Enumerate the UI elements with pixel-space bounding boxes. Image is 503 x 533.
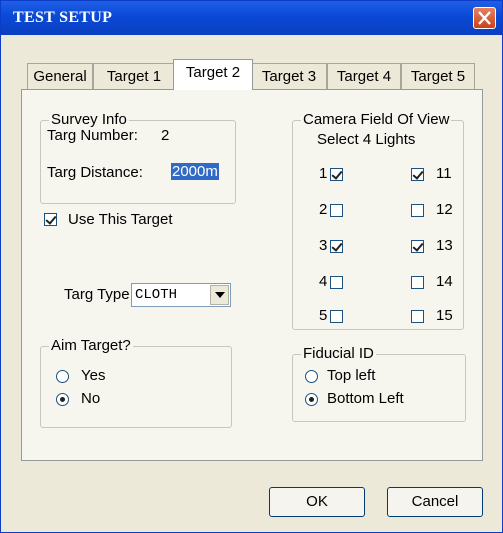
aim-yes-radio[interactable] [56, 370, 69, 383]
light-4-checkbox[interactable] [330, 276, 343, 289]
fiducial-id-group: Fiducial ID Top left Bottom Left [292, 345, 466, 422]
light-12-checkbox[interactable] [411, 204, 424, 217]
targ-type-value: CLOTH [135, 287, 178, 303]
window-title: TEST SETUP [13, 9, 113, 26]
tab-general[interactable]: General [27, 63, 93, 89]
light-11-checkbox[interactable] [411, 168, 424, 181]
light-14-label: 14 [436, 273, 453, 290]
targ-type-label: Targ Type [64, 286, 130, 303]
fiducial-top-left-radio[interactable] [305, 370, 318, 383]
targ-number-label: Targ Number: [47, 127, 138, 144]
targ-distance-input[interactable]: 2000m [171, 163, 219, 180]
light-2-checkbox[interactable] [330, 204, 343, 217]
light-3-checkbox[interactable] [330, 240, 343, 253]
light-2-label: 2 [319, 201, 328, 218]
test-setup-dialog: TEST SETUP General Target 1 Target 2 Tar… [0, 0, 503, 533]
targ-number-value: 2 [161, 127, 170, 144]
close-button[interactable] [473, 7, 496, 29]
tab-target-4[interactable]: Target 4 [327, 63, 401, 89]
light-12-label: 12 [436, 201, 453, 218]
tab-target-2[interactable]: Target 2 [173, 59, 253, 90]
aim-no-label: No [81, 390, 101, 407]
tab-target-3[interactable]: Target 3 [251, 63, 327, 89]
light-5-checkbox[interactable] [330, 310, 343, 323]
light-11-label: 11 [436, 165, 452, 182]
targ-type-dropdown-button[interactable] [210, 285, 229, 305]
tab-target-1[interactable]: Target 1 [93, 63, 175, 89]
cancel-button[interactable]: Cancel [387, 487, 483, 517]
target-2-panel: Survey Info Targ Number: 2 Targ Distance… [21, 89, 483, 461]
targ-distance-label: Targ Distance: [47, 164, 143, 181]
tab-target-5[interactable]: Target 5 [401, 63, 475, 89]
fiducial-id-title: Fiducial ID [301, 345, 376, 362]
aim-target-group: Aim Target? Yes No [40, 337, 232, 428]
use-this-target-checkbox[interactable] [44, 213, 57, 226]
aim-yes-label: Yes [81, 367, 106, 384]
light-13-label: 13 [436, 237, 453, 254]
close-icon [478, 11, 491, 25]
title-bar[interactable]: TEST SETUP [1, 1, 502, 35]
ok-button[interactable]: OK [269, 487, 365, 517]
targ-type-select[interactable]: CLOTH [131, 283, 231, 307]
light-3-label: 3 [319, 237, 328, 254]
survey-info-title: Survey Info [49, 111, 129, 128]
light-1-checkbox[interactable] [330, 168, 343, 181]
use-this-target-label: Use This Target [68, 211, 173, 228]
fiducial-bottom-left-label: Bottom Left [327, 390, 404, 407]
aim-no-radio[interactable] [56, 393, 69, 406]
camera-fov-group: Camera Field Of View Select 4 Lights 1 1… [292, 111, 464, 330]
light-1-label: 1 [319, 165, 328, 182]
fiducial-top-left-label: Top left [327, 367, 376, 384]
survey-info-group: Survey Info Targ Number: 2 Targ Distance… [40, 111, 236, 204]
light-5-label: 5 [319, 307, 328, 324]
light-4-label: 4 [319, 273, 328, 290]
light-13-checkbox[interactable] [411, 240, 424, 253]
light-15-checkbox[interactable] [411, 310, 424, 323]
fiducial-bottom-left-radio[interactable] [305, 393, 318, 406]
camera-fov-title: Camera Field Of View [301, 111, 452, 128]
light-14-checkbox[interactable] [411, 276, 424, 289]
light-15-label: 15 [436, 307, 453, 324]
aim-target-title: Aim Target? [49, 337, 133, 354]
chevron-down-icon [215, 292, 225, 298]
camera-fov-subtitle: Select 4 Lights [317, 131, 416, 148]
